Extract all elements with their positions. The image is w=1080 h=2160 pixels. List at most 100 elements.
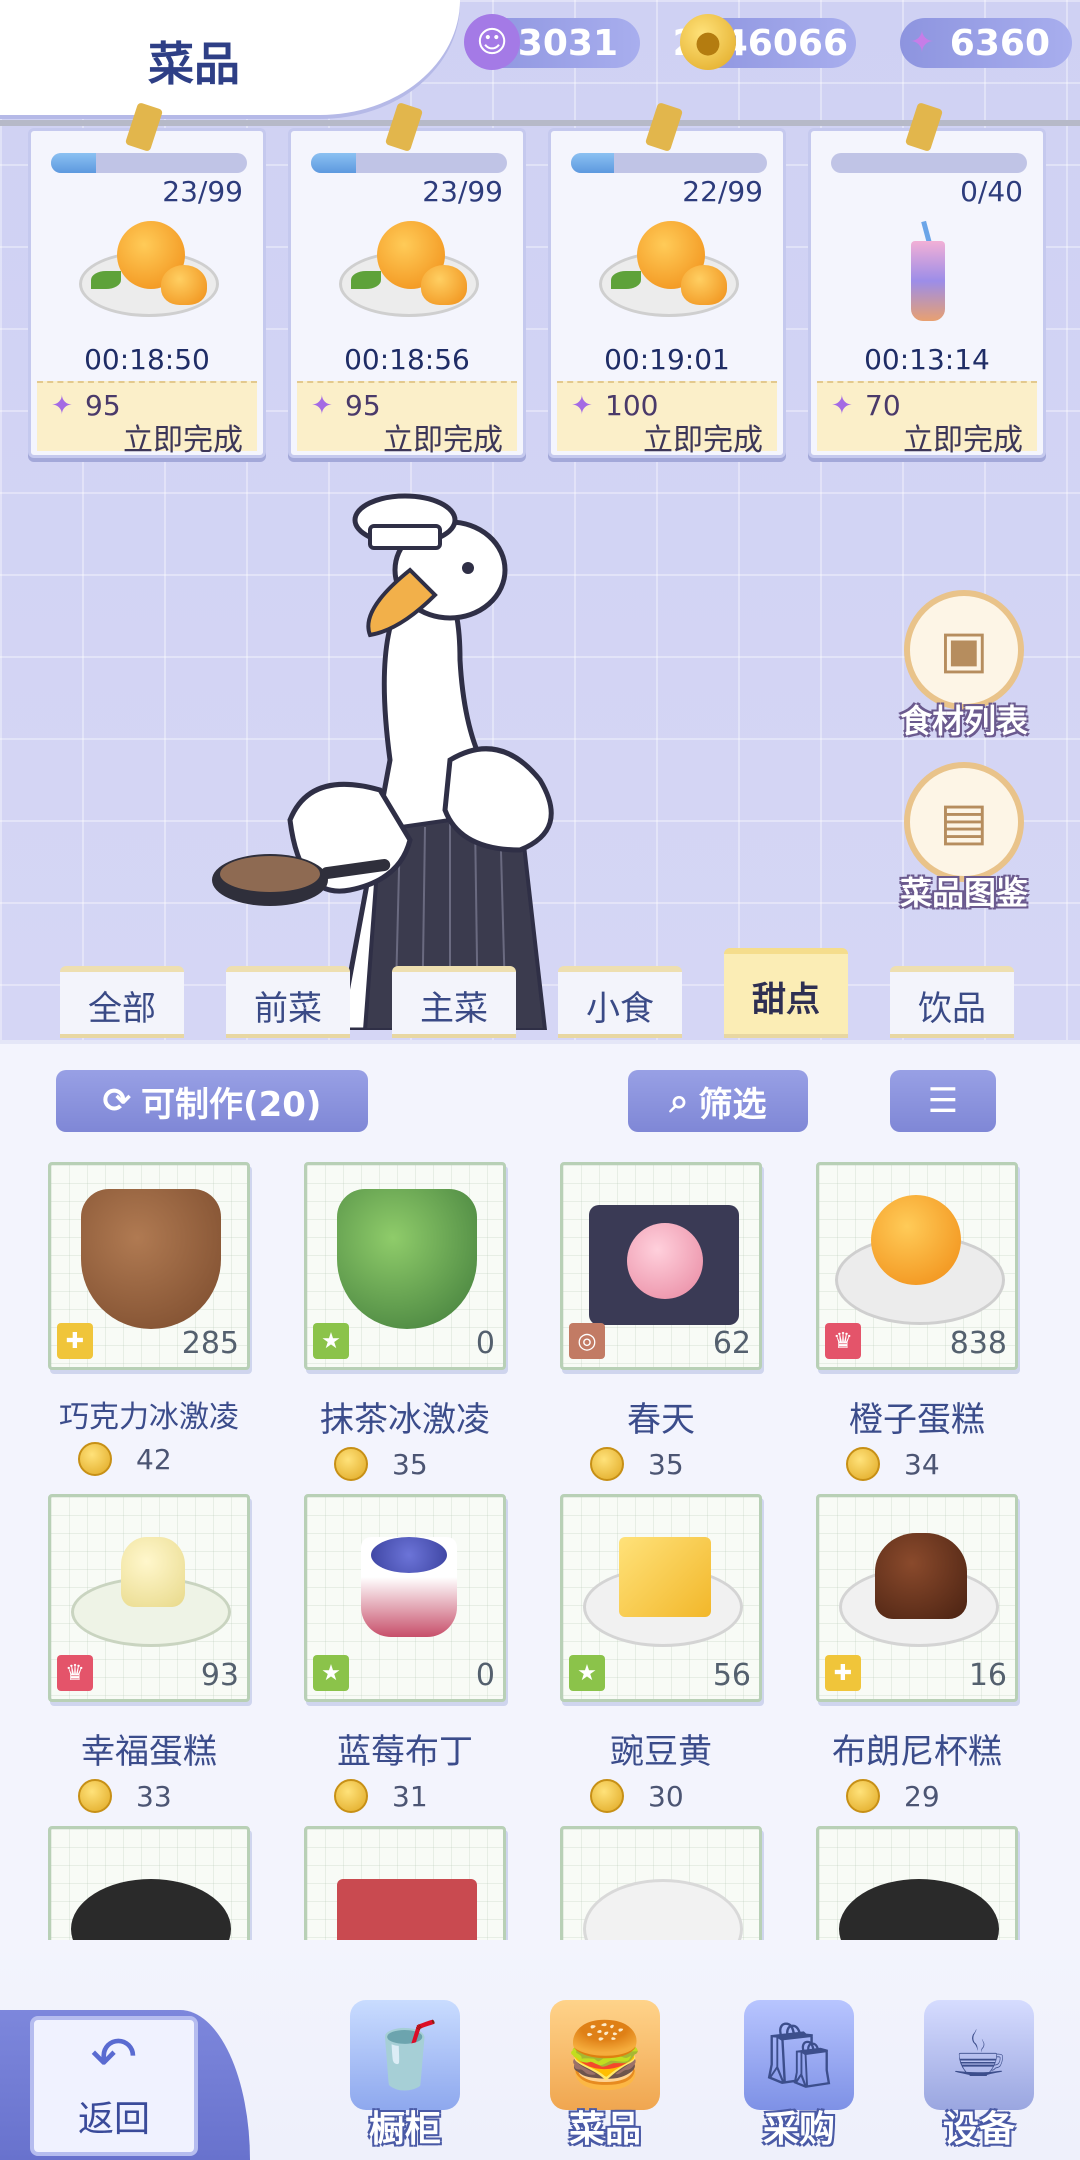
- header: 菜品 ☺ 3031 ● 2746066 ✦ 6360: [0, 0, 1080, 120]
- tab-main[interactable]: 主菜: [392, 966, 516, 1038]
- dish-card[interactable]: ◎ 62: [560, 1162, 762, 1370]
- recipe-book-icon: ▤: [904, 762, 1024, 882]
- burger-icon: 🍔: [550, 2000, 660, 2110]
- dish-card[interactable]: ♛ 93: [48, 1494, 250, 1702]
- dish-price-value: 35: [392, 1447, 428, 1481]
- dish-price-value: 29: [904, 1779, 940, 1813]
- tab-drink[interactable]: 饮品: [890, 966, 1014, 1038]
- dish-card[interactable]: ✚ 16: [816, 1494, 1018, 1702]
- nav-dishes[interactable]: 🍔 菜品: [530, 2000, 680, 2152]
- tab-all[interactable]: 全部: [60, 966, 184, 1038]
- gold-coin-icon: [590, 1447, 624, 1481]
- dish-card[interactable]: [816, 1826, 1018, 1946]
- nav-cabinet[interactable]: 🥤 橱柜: [330, 2000, 480, 2152]
- progress-count: 23/99: [422, 175, 503, 208]
- swirl-badge-icon: ◎: [569, 1323, 605, 1359]
- finish-label: 立即完成: [383, 423, 503, 458]
- makeable-filter-button[interactable]: ⟳ 可制作(20): [56, 1070, 368, 1132]
- dish-item[interactable]: ✚ 285 巧克力冰激凌 42: [48, 1162, 250, 1476]
- finish-now-button[interactable]: ✦ 95 立即完成: [37, 381, 257, 458]
- order-card[interactable]: 0/40 00:13:14 ✦ 70 立即完成: [808, 102, 1046, 458]
- finish-now-button[interactable]: ✦ 100 立即完成: [557, 381, 777, 458]
- recipe-book-label: 菜品图鉴: [899, 874, 1028, 912]
- resource-crystal[interactable]: ✦ 6360: [900, 18, 1072, 68]
- dish-card[interactable]: [304, 1826, 506, 1946]
- star-badge-icon: ★: [313, 1323, 349, 1359]
- star-badge-icon: ★: [313, 1655, 349, 1691]
- nav-cabinet-label: 橱柜: [368, 2109, 441, 2150]
- dish-price: 29: [816, 1779, 1018, 1813]
- progress-count: 22/99: [682, 175, 763, 208]
- crown-badge-icon: ♛: [57, 1655, 93, 1691]
- ingredient-list-button[interactable]: ▣ 食材列表: [894, 590, 1034, 742]
- dish-card[interactable]: ★ 0: [304, 1162, 506, 1370]
- macaron-plate-icon: [71, 1879, 231, 1943]
- happiness-cake-icon: [121, 1537, 185, 1607]
- matcha-ice-cream-icon: [337, 1189, 477, 1329]
- dish-stock: 56: [712, 1658, 751, 1693]
- sort-button[interactable]: ☰: [890, 1070, 996, 1132]
- tab-snack[interactable]: 小食: [558, 966, 682, 1038]
- recipe-book-button[interactable]: ▤ 菜品图鉴: [894, 762, 1034, 914]
- progress-fill: [571, 153, 615, 173]
- order-card[interactable]: 23/99 00:18:50 ✦ 95 立即完成: [28, 102, 266, 458]
- dish-item[interactable]: ♛ 838 橙子蛋糕 34: [816, 1162, 1018, 1481]
- dish-card[interactable]: ♛ 838: [816, 1162, 1018, 1370]
- order-card[interactable]: 23/99 00:18:56 ✦ 95 立即完成: [288, 102, 526, 458]
- timer: 00:18:50: [84, 343, 210, 376]
- dish-item[interactable]: ◎ 62 春天 35: [560, 1162, 762, 1481]
- progress-bar: [51, 153, 247, 173]
- crystal-icon: ✦: [51, 391, 73, 421]
- finish-cost: 70: [865, 389, 901, 422]
- drink-icon: [911, 220, 945, 331]
- dish-item[interactable]: ♛ 93 幸福蛋糕 33: [48, 1494, 250, 1813]
- resource-token[interactable]: ☺ 3031: [464, 14, 640, 70]
- dish-card[interactable]: ★ 56: [560, 1494, 762, 1702]
- box-icon: ▣: [904, 590, 1024, 710]
- crown-badge-icon: ♛: [825, 1323, 861, 1359]
- dish-item[interactable]: ★ 0 蓝莓布丁 31: [304, 1494, 506, 1813]
- orange-cake-icon: [79, 221, 219, 321]
- dish-card[interactable]: [560, 1826, 762, 1946]
- progress-bar: [311, 153, 507, 173]
- dish-card[interactable]: [48, 1826, 250, 1946]
- goose-chef-character[interactable]: [200, 490, 720, 1030]
- chocolate-ice-cream-icon: [81, 1189, 221, 1329]
- resource-coin[interactable]: ● 2746066: [673, 14, 856, 70]
- finish-now-button[interactable]: ✦ 95 立即完成: [297, 381, 517, 458]
- dish-price-value: 31: [392, 1779, 428, 1813]
- resource-token-value: 3031: [517, 22, 618, 64]
- progress-bar: [571, 153, 767, 173]
- dish-item[interactable]: ★ 0 抹茶冰激凌 35: [304, 1162, 506, 1481]
- dish-item[interactable]: ★ 56 豌豆黄 30: [560, 1494, 762, 1813]
- nav-equipment[interactable]: ☕ 设备: [904, 2000, 1054, 2152]
- tab-dessert[interactable]: 甜点: [724, 948, 848, 1038]
- finish-now-button[interactable]: ✦ 70 立即完成: [817, 381, 1037, 458]
- dish-stock: 16: [968, 1658, 1007, 1693]
- dish-stock: 0: [475, 1658, 495, 1693]
- dish-price-value: 33: [136, 1779, 172, 1813]
- back-button[interactable]: ↶ 返回: [30, 2016, 198, 2156]
- tab-appetizer[interactable]: 前菜: [226, 966, 350, 1038]
- nav-purchase[interactable]: 🛍 采购: [724, 2000, 874, 2152]
- dish-stock: 93: [200, 1658, 239, 1693]
- crystal-plus-icon[interactable]: ✦: [894, 14, 950, 70]
- dish-name: 橙子蛋糕: [849, 1400, 985, 1440]
- puzzle-badge-icon: ✚: [825, 1655, 861, 1691]
- filter-button[interactable]: ⌕ 筛选: [628, 1070, 808, 1132]
- refresh-icon: ⟳: [102, 1081, 132, 1121]
- makeable-label: 可制作(20): [141, 1084, 322, 1125]
- star-badge-icon: ★: [569, 1655, 605, 1691]
- gold-coin-icon: [334, 1447, 368, 1481]
- dish-name: 布朗尼杯糕: [832, 1732, 1002, 1772]
- filter-label: 筛选: [698, 1084, 767, 1125]
- order-card[interactable]: 22/99 00:19:01 ✦ 100 立即完成: [548, 102, 786, 458]
- strawberry-cake-icon: [583, 1879, 743, 1943]
- drink-cup-icon: 🥤: [350, 2000, 460, 2110]
- dish-card[interactable]: ★ 0: [304, 1494, 506, 1702]
- dish-name: 豌豆黄: [610, 1732, 712, 1772]
- dish-item[interactable]: ✚ 16 布朗尼杯糕 29: [816, 1494, 1018, 1813]
- dish-card[interactable]: ✚ 285: [48, 1162, 250, 1370]
- crystal-icon: ✦: [311, 391, 333, 421]
- nav-purchase-label: 采购: [762, 2109, 835, 2150]
